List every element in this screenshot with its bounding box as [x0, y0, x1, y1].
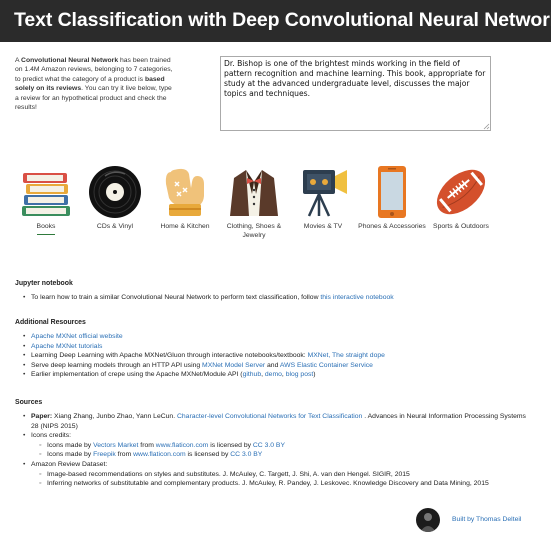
list-item: Paper: Xiang Zhang, Junbo Zhao, Yann LeC…: [15, 412, 535, 431]
list-item: Apache MXNet tutorials: [15, 342, 535, 352]
model-server-link[interactable]: MXNet Model Server: [202, 362, 265, 369]
category-clothing[interactable]: Clothing, Shoes & Jewelry: [219, 164, 289, 240]
jupyter-heading: Jupyter notebook: [15, 280, 73, 287]
vinyl-record-icon: [89, 166, 141, 218]
avatar: [416, 508, 440, 532]
movie-camera-icon: [303, 170, 347, 217]
mxnet-tutorials-link[interactable]: Apache MXNet tutorials: [31, 343, 102, 350]
mxnet-website-link[interactable]: Apache MXNet official website: [31, 333, 123, 340]
flaticon-link[interactable]: www.flaticon.com: [156, 442, 209, 449]
list-item: Amazon Review Dataset: Image-based recom…: [15, 460, 535, 489]
list-item: Learning Deep Learning with Apache MXNet…: [15, 351, 535, 361]
category-label: CDs & Vinyl: [96, 223, 134, 230]
github-link[interactable]: github: [243, 371, 262, 378]
category-label: Phones & Accessories: [358, 223, 426, 230]
oven-mitt-icon: [165, 168, 204, 216]
category-movies-tv[interactable]: Movies & TV: [288, 164, 358, 232]
list-item: Earlier implementation of crepe using th…: [15, 370, 535, 380]
list-item: Apache MXNet official website: [15, 332, 535, 342]
aws-ecs-link[interactable]: AWS Elastic Container Service: [280, 362, 373, 369]
freepik-link[interactable]: Freepik: [93, 451, 116, 458]
page-title: Text Classification with Deep Convolutio…: [14, 9, 551, 31]
straight-dope-link[interactable]: MXNet, The straight dope: [308, 352, 385, 359]
category-cds-vinyl[interactable]: CDs & Vinyl: [80, 164, 150, 232]
flaticon-link[interactable]: www.flaticon.com: [133, 451, 186, 458]
category-sports[interactable]: Sports & Outdoors: [426, 164, 496, 232]
paper-link[interactable]: Character-level Convolutional Networks f…: [177, 413, 362, 420]
list-item: Icons made by Vectors Market from www.fl…: [31, 441, 535, 451]
category-label: Clothing, Shoes & Jewelry: [226, 223, 282, 239]
list-item: Serve deep learning models through an HT…: [15, 361, 535, 371]
list-item: Image-based recommendations on styles an…: [31, 470, 535, 480]
category-label: Home & Kitchen: [160, 223, 210, 230]
list-item: To learn how to train a similar Convolut…: [15, 293, 535, 303]
books-icon: [22, 173, 70, 216]
tuxedo-icon: [230, 170, 278, 216]
resize-grip-icon[interactable]: [482, 122, 490, 130]
review-textarea[interactable]: Dr. Bishop is one of the brightest minds…: [220, 56, 491, 131]
phone-icon: [378, 166, 406, 218]
category-label: Books: [36, 223, 56, 235]
intro-cnn: Convolutional Neural Network: [21, 57, 119, 64]
built-by-link[interactable]: Built by Thomas Delteil: [452, 516, 521, 523]
license-link[interactable]: CC 3.0 BY: [230, 451, 262, 458]
author-photo-icon: [420, 513, 436, 532]
category-label: Movies & TV: [303, 223, 343, 230]
resources-section: Additional Resources Apache MXNet offici…: [15, 318, 535, 380]
category-books[interactable]: Books: [11, 164, 81, 235]
football-icon: [436, 169, 486, 215]
list-item: Inferring networks of substitutable and …: [31, 479, 535, 489]
category-phones[interactable]: Phones & Accessories: [357, 164, 427, 232]
intro-paragraph: A Convolutional Neural Network has been …: [15, 57, 173, 112]
resources-heading: Additional Resources: [15, 319, 86, 326]
category-list: Books CDs & Vinyl Home & Kitchen Clothin…: [0, 164, 551, 254]
demo-link[interactable]: demo: [265, 371, 282, 378]
vectors-market-link[interactable]: Vectors Market: [93, 442, 138, 449]
jupyter-section: Jupyter notebook To learn how to train a…: [15, 279, 535, 303]
page-header: Text Classification with Deep Convolutio…: [0, 0, 551, 42]
category-home-kitchen[interactable]: Home & Kitchen: [150, 164, 220, 232]
sources-heading: Sources: [15, 399, 43, 406]
list-item: Icons credits: Icons made by Vectors Mar…: [15, 431, 535, 460]
license-link[interactable]: CC 3.0 BY: [253, 442, 285, 449]
list-item: Icons made by Freepik from www.flaticon.…: [31, 450, 535, 460]
category-label: Sports & Outdoors: [433, 223, 489, 230]
blog-post-link[interactable]: blog post: [286, 371, 314, 378]
notebook-link[interactable]: this interactive notebook: [320, 294, 393, 301]
sources-section: Sources Paper: Xiang Zhang, Junbo Zhao, …: [15, 398, 535, 489]
